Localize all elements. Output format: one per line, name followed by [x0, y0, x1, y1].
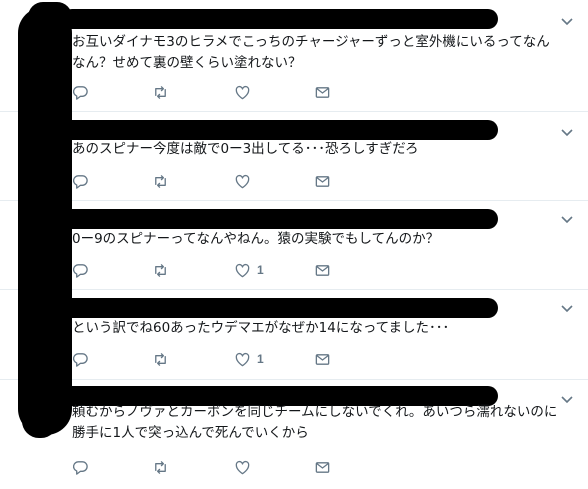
message-button[interactable] — [314, 458, 331, 476]
retweet-button[interactable] — [152, 261, 175, 279]
tweet-actions — [72, 83, 372, 101]
redaction-mark — [22, 404, 58, 438]
like-count: 1 — [257, 263, 264, 277]
reply-button[interactable] — [72, 172, 95, 190]
message-button[interactable] — [314, 261, 331, 279]
retweet-icon — [155, 352, 166, 366]
tweet[interactable]: 頼むからノヴァとカーボンを同じチームにしないでくれ。あいつら濡れないのに 勝手に… — [0, 380, 588, 489]
like-count: 1 — [257, 352, 264, 366]
reply-icon — [72, 460, 88, 475]
tweet-text: あのスピナー今度は敵で0ー3出してる･･･恐ろしすぎだろ — [72, 141, 419, 157]
redacted-author — [62, 9, 498, 29]
tweet[interactable]: という訳でね60あったウデマエがなぜか14になってました･･･ 1 — [0, 290, 588, 380]
retweet-icon — [155, 460, 166, 474]
reply-icon — [72, 85, 88, 100]
message-button[interactable] — [314, 350, 331, 368]
tweet[interactable]: 0ー9のスピナーってなんやねん。猿の実験でもしてんのか？ 1 — [0, 201, 588, 290]
heart-icon — [235, 85, 250, 99]
tweet[interactable]: あのスピナー今度は敵で0ー3出してる･･･恐ろしすぎだろ — [0, 112, 588, 201]
tweet-actions: 1 — [72, 261, 372, 279]
tweet[interactable]: お互いダイナモ3のヒラメでこっちのチャージャーずっと室外機にいるってなん なん？… — [0, 0, 588, 112]
like-button[interactable] — [234, 83, 257, 101]
tweet-feed: お互いダイナモ3のヒラメでこっちのチャージャーずっと室外機にいるってなん なん？… — [0, 0, 588, 489]
message-button[interactable] — [314, 83, 331, 101]
reply-button[interactable] — [72, 261, 95, 279]
reply-button[interactable] — [72, 458, 95, 476]
tweet-actions — [72, 458, 372, 476]
redacted-author — [62, 120, 498, 140]
retweet-icon — [155, 263, 166, 277]
tweet-text: 0ー9のスピナーってなんやねん。猿の実験でもしてんのか？ — [72, 231, 440, 247]
like-button[interactable]: 1 — [234, 261, 264, 279]
reply-icon — [72, 263, 88, 278]
envelope-icon — [315, 86, 330, 98]
reply-icon — [72, 174, 88, 189]
tweet-text: という訳でね60あったウデマエがなぜか14になってました･･･ — [72, 320, 450, 336]
chevron-down-icon[interactable] — [560, 126, 574, 140]
chevron-down-icon[interactable] — [560, 213, 574, 227]
retweet-button[interactable] — [152, 350, 175, 368]
tweet-text: お互いダイナモ3のヒラメでこっちのチャージャーずっと室外機にいるってなん なん？… — [72, 34, 550, 71]
tweet-actions — [72, 172, 372, 190]
tweet-actions: 1 — [72, 350, 372, 368]
message-button[interactable] — [314, 172, 331, 190]
redaction-mark — [18, 7, 72, 435]
chevron-down-icon[interactable] — [560, 302, 574, 316]
reply-icon — [72, 352, 88, 367]
envelope-icon — [315, 264, 330, 276]
heart-icon — [235, 352, 250, 366]
retweet-button[interactable] — [152, 458, 175, 476]
like-button[interactable] — [234, 172, 257, 190]
reply-button[interactable] — [72, 350, 95, 368]
like-button[interactable]: 1 — [234, 350, 264, 368]
redacted-author — [62, 298, 498, 318]
redacted-author — [62, 209, 498, 229]
envelope-icon — [315, 353, 330, 365]
chevron-down-icon[interactable] — [560, 15, 574, 29]
reply-button[interactable] — [72, 83, 95, 101]
envelope-icon — [315, 175, 330, 187]
heart-icon — [235, 263, 250, 277]
retweet-button[interactable] — [152, 172, 175, 190]
retweet-button[interactable] — [152, 83, 175, 101]
envelope-icon — [315, 461, 330, 473]
retweet-icon — [155, 85, 166, 99]
retweet-icon — [155, 174, 166, 188]
tweet-text: 頼むからノヴァとカーボンを同じチームにしないでくれ。あいつら濡れないのに 勝手に… — [72, 404, 558, 441]
like-button[interactable] — [234, 458, 257, 476]
heart-icon — [235, 460, 250, 474]
heart-icon — [235, 174, 250, 188]
